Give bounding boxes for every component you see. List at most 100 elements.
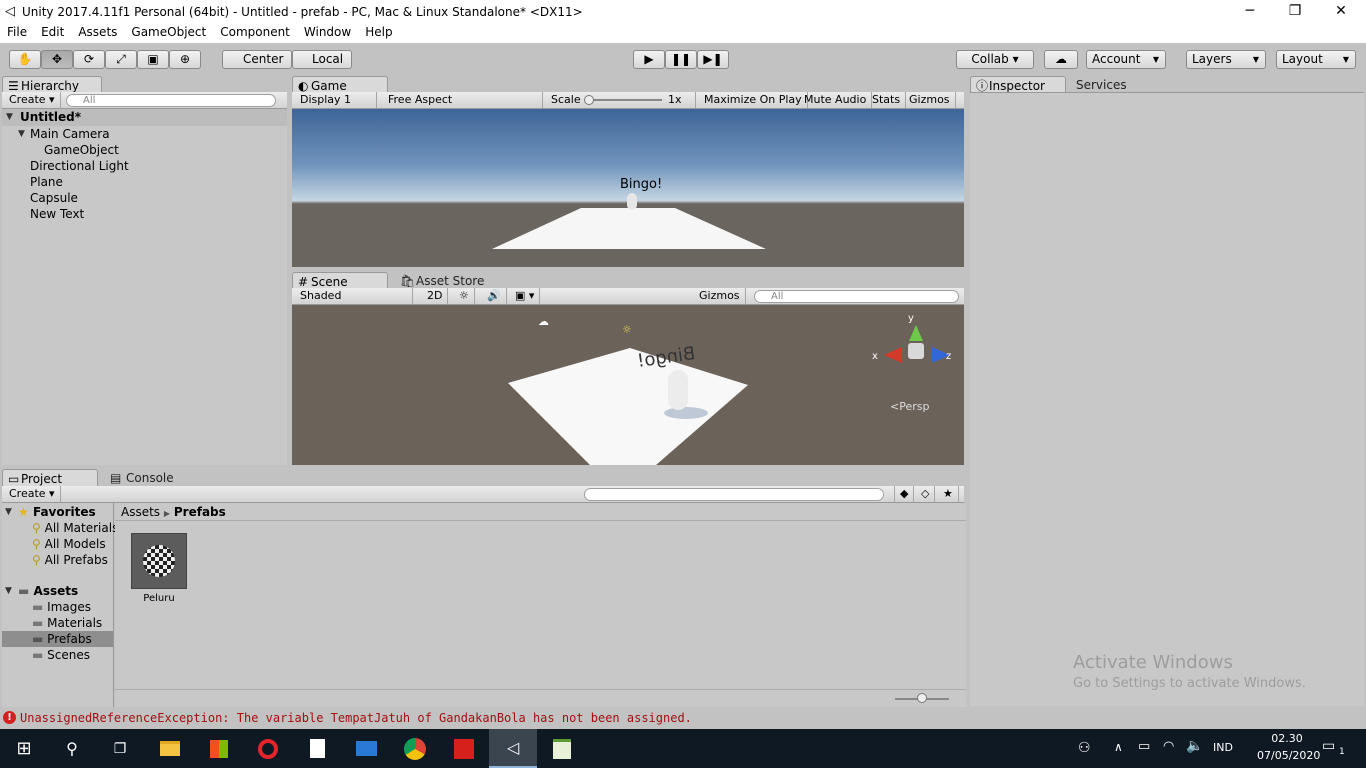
favorite-all-prefabs[interactable]: ⚲ All Prefabs [32, 552, 108, 568]
opera-icon[interactable] [244, 729, 292, 768]
scene-gizmos-dropdown[interactable]: Gizmos [694, 288, 746, 304]
y-axis-cone[interactable] [909, 325, 923, 341]
display-dropdown[interactable]: Display 1 [295, 92, 377, 108]
scene-root[interactable]: ▼ Untitled* [2, 109, 287, 126]
folder-materials[interactable]: ▬ Materials [32, 615, 102, 631]
store-icon[interactable] [195, 729, 243, 768]
chevron-up-icon[interactable]: ∧ [1114, 740, 1123, 754]
scene-view[interactable]: Bingo! ☼ ☁ y x z <Persp [292, 305, 964, 465]
status-bar[interactable]: ! UnassignedReferenceException: The vari… [0, 708, 1366, 729]
project-create-button[interactable]: Create ▾ [4, 486, 61, 502]
maximize-on-play-toggle[interactable]: Maximize On Play [699, 92, 808, 108]
move-tool-icon[interactable]: ✥ [41, 50, 73, 69]
hierarchy-item-plane[interactable]: Plane [30, 174, 63, 190]
folder-images[interactable]: ▬ Images [32, 599, 91, 615]
aspect-dropdown[interactable]: Free Aspect [383, 92, 543, 108]
pivot-center-button[interactable]: Center [222, 50, 292, 69]
battery-icon[interactable]: ▭ [1138, 739, 1150, 754]
asset-thumb-peluru[interactable] [131, 533, 187, 589]
account-dropdown[interactable]: Account ▼ [1086, 50, 1166, 69]
favorites-header[interactable]: ▼ ★ Favorites [2, 504, 96, 520]
folder-prefabs[interactable]: ▬ Prefabs [2, 631, 113, 647]
wifi-icon[interactable]: ◠ [1163, 739, 1174, 754]
menu-file[interactable]: File [0, 24, 34, 41]
mute-audio-toggle[interactable]: Mute Audio [799, 92, 873, 108]
layout-dropdown[interactable]: Layout ▼ [1276, 50, 1356, 69]
scale-slider[interactable]: Scale 1x [546, 92, 696, 108]
game-view[interactable]: Bingo! [292, 109, 964, 267]
filter-label-icon[interactable]: ◇ [916, 486, 936, 502]
scene-gizmo[interactable]: y x z [872, 313, 951, 383]
2d-toggle[interactable]: 2D [422, 288, 449, 304]
notepad-icon[interactable] [538, 729, 586, 768]
effects-icon[interactable]: ▣ ▾ [510, 288, 541, 304]
clock-date[interactable]: 07/05/2020 [1257, 749, 1320, 762]
volume-icon[interactable]: 🔈 [1186, 738, 1203, 754]
transform-tool-icon[interactable]: ⊕ [169, 50, 201, 69]
notification-icon[interactable]: ▭ [1322, 738, 1335, 754]
gizmos-toggle[interactable]: Gizmos [904, 92, 956, 108]
chrome-icon[interactable] [391, 729, 439, 768]
collab-dropdown[interactable]: Collab ▾ [956, 50, 1034, 69]
task-view-icon[interactable]: ❐ [96, 729, 144, 768]
stats-toggle[interactable]: Stats [867, 92, 907, 108]
pause-button[interactable]: ❚❚ [665, 50, 697, 69]
folder-scenes[interactable]: ▬ Scenes [32, 647, 90, 663]
favorite-all-models[interactable]: ⚲ All Models [32, 536, 106, 552]
language-indicator[interactable]: IND [1213, 741, 1233, 754]
clock-time[interactable]: 02.30 [1262, 732, 1312, 745]
scale-slider-handle[interactable] [584, 95, 594, 105]
favorite-all-materials[interactable]: ⚲ All Materials [32, 520, 118, 536]
hierarchy-item-directional-light[interactable]: Directional Light [30, 158, 129, 174]
people-icon[interactable]: ⚇ [1078, 740, 1091, 756]
persp-label[interactable]: <Persp [890, 400, 929, 413]
tab-console[interactable]: ▤ Console [108, 469, 174, 487]
pivot-local-button[interactable]: Local [292, 50, 352, 69]
maximize-button[interactable]: ❐ [1272, 0, 1318, 24]
shading-dropdown[interactable]: Shaded [295, 288, 413, 304]
document-icon[interactable] [293, 729, 341, 768]
close-button[interactable]: ✕ [1318, 0, 1364, 24]
menu-help[interactable]: Help [358, 24, 399, 41]
scene-search-input[interactable]: All [754, 290, 959, 303]
mail-icon[interactable] [342, 729, 390, 768]
hierarchy-search-input[interactable]: All [66, 94, 276, 107]
gizmo-center-cube[interactable] [908, 343, 924, 359]
menu-window[interactable]: Window [297, 24, 358, 41]
menu-component[interactable]: Component [213, 24, 297, 41]
menu-edit[interactable]: Edit [34, 24, 71, 41]
acrobat-icon[interactable] [440, 729, 488, 768]
start-windows-icon[interactable]: ⊞ [0, 729, 48, 768]
search-icon[interactable]: ⚲ [48, 729, 96, 768]
hierarchy-item-new-text[interactable]: New Text [30, 206, 84, 222]
filter-type-icon[interactable]: ◆ [894, 486, 915, 502]
layers-dropdown[interactable]: Layers ▼ [1186, 50, 1266, 69]
audio-icon[interactable]: 🔊 [482, 288, 507, 304]
hierarchy-create-button[interactable]: Create ▾ [4, 92, 61, 108]
play-button[interactable]: ▶ [633, 50, 665, 69]
scale-tool-icon[interactable]: ⤢ [105, 50, 137, 69]
hierarchy-item-main-camera[interactable]: ▼ Main Camera [2, 126, 110, 142]
hierarchy-item-capsule[interactable]: Capsule [30, 190, 78, 206]
hierarchy-item-gameobject[interactable]: GameObject [44, 142, 119, 158]
rotate-tool-icon[interactable]: ⟳ [73, 50, 105, 69]
menu-gameobject[interactable]: GameObject [124, 24, 213, 41]
menu-assets[interactable]: Assets [71, 24, 124, 41]
hand-tool-icon[interactable]: ✋ [9, 50, 41, 69]
file-explorer-icon[interactable] [146, 729, 194, 768]
assets-header[interactable]: ▼ ▬ Assets [2, 583, 78, 599]
rect-tool-icon[interactable]: ▣ [137, 50, 169, 69]
minimize-button[interactable]: ─ [1227, 0, 1273, 24]
zoom-slider-handle[interactable] [917, 693, 927, 703]
asset-label-peluru[interactable]: Peluru [131, 593, 187, 604]
error-message[interactable]: UnassignedReferenceException: The variab… [20, 711, 692, 725]
step-button[interactable]: ▶❚ [697, 50, 729, 69]
lighting-icon[interactable]: ☼ [454, 288, 475, 304]
x-axis-cone[interactable] [884, 347, 902, 363]
project-search-input[interactable] [584, 488, 884, 501]
cloud-icon[interactable]: ☁ [1044, 50, 1078, 69]
favorite-star-icon[interactable]: ★ [938, 486, 959, 502]
unity-taskbar-icon[interactable]: ◁ [489, 729, 537, 768]
breadcrumb-prefabs[interactable]: Prefabs [174, 505, 226, 519]
breadcrumb-assets[interactable]: Assets [121, 505, 160, 519]
